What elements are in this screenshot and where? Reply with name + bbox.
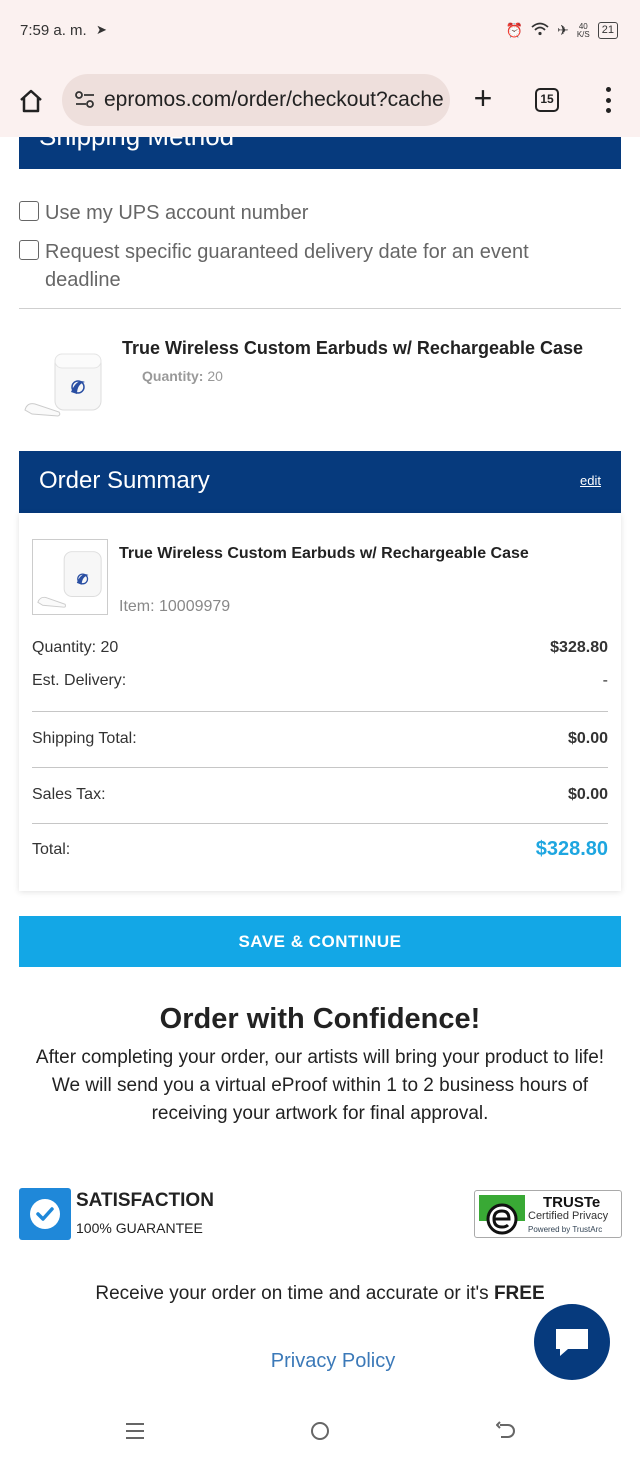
save-continue-button[interactable]: SAVE & CONTINUE [19, 916, 621, 967]
guaranteed-date-option[interactable]: Request specific guaranteed delivery dat… [19, 238, 559, 294]
network-speed: 40 K/S [576, 22, 590, 39]
guaranteed-date-checkbox[interactable] [19, 240, 39, 260]
ups-account-option[interactable]: Use my UPS account number [19, 199, 308, 227]
truste-line1: Certified Privacy [528, 1210, 609, 1222]
truste-logo-icon [479, 1195, 525, 1235]
summary-total-value: $328.80 [535, 838, 608, 860]
back-button[interactable] [496, 1420, 516, 1442]
confidence-title: Order with Confidence! [159, 1003, 481, 1035]
site-settings-icon[interactable] [74, 89, 96, 111]
truste-line2: Powered by TrustArc [528, 1225, 603, 1234]
summary-item-title: True Wireless Custom Earbuds w/ Recharge… [119, 545, 529, 562]
summary-tax-value: $0.00 [567, 786, 608, 803]
browser-toolbar: epromos.com/order/checkout?cache + 15 [0, 72, 640, 128]
url-text[interactable]: epromos.com/order/checkout?cache [104, 88, 444, 112]
address-bar[interactable]: epromos.com/order/checkout?cache [62, 74, 450, 126]
truste-brand: TRUSTe [543, 1194, 601, 1211]
summary-total-label: Total: [32, 841, 71, 858]
summary-item-number: Item: 10009979 [119, 598, 231, 615]
browser-chrome: 7:59 a. m. ➤ ⏰ ✈ 40 K/S 21 epromos.com/or… [0, 0, 640, 137]
cart-item-quantity-value: 20 [207, 368, 223, 384]
summary-shipping-row: Shipping Total: $0.00 [32, 730, 608, 748]
home-button[interactable] [14, 84, 48, 118]
new-tab-button[interactable]: + [468, 82, 498, 116]
alarm-icon: ⏰ [505, 22, 524, 38]
truste-seal[interactable]: TRUSTe Certified Privacy Powered by Trus… [474, 1190, 622, 1238]
guaranteed-date-label[interactable]: Request specific guaranteed delivery dat… [45, 238, 559, 294]
summary-delivery-row: Est. Delivery: - [32, 672, 608, 690]
summary-divider [32, 711, 608, 712]
browser-menu-button[interactable] [598, 84, 618, 116]
chat-bubble-icon [556, 1329, 588, 1356]
system-nav-bar [0, 1405, 640, 1457]
confidence-text: After completing your order, our artists… [35, 1047, 605, 1124]
tab-switcher-button[interactable]: 15 [535, 88, 559, 112]
summary-shipping-value: $0.00 [567, 730, 608, 747]
chat-button[interactable] [534, 1304, 610, 1380]
divider [19, 308, 621, 309]
summary-delivery-value: - [602, 672, 608, 689]
order-summary-edit-link[interactable]: edit [580, 473, 601, 488]
summary-divider [32, 767, 608, 768]
home-icon [20, 89, 42, 113]
earbuds-product-image [24, 353, 102, 417]
status-bar: 7:59 a. m. ➤ ⏰ ✈ 40 K/S 21 [0, 0, 640, 64]
check-circle-icon [30, 1199, 60, 1229]
ups-account-label[interactable]: Use my UPS account number [45, 199, 308, 227]
shipping-method-title: Shipping Method [39, 137, 234, 152]
free-guarantee-text: Receive your order on time and accurate … [95, 1283, 489, 1304]
network-speed-unit: K/S [576, 29, 590, 39]
order-summary-card: True Wireless Custom Earbuds w/ Recharge… [19, 513, 621, 891]
summary-product-image [32, 539, 108, 615]
airplane-icon: ✈ [557, 22, 569, 38]
satisfaction-badge [19, 1188, 71, 1240]
summary-total-row: Total: $328.80 [32, 838, 608, 860]
cart-item-quantity: Quantity: 20 [142, 368, 223, 384]
cart-item: True Wireless Custom Earbuds w/ Recharge… [19, 330, 621, 430]
summary-quantity-row: Quantity: 20 $328.80 [32, 639, 608, 657]
ups-account-checkbox[interactable] [19, 201, 39, 221]
summary-divider [32, 823, 608, 824]
battery-icon: 21 [597, 22, 618, 39]
free-guarantee-emphasis: FREE [493, 1283, 545, 1304]
summary-tax-label: Sales Tax: [32, 786, 106, 803]
shipping-method-header: Shipping Method [19, 137, 621, 169]
cart-item-title[interactable]: True Wireless Custom Earbuds w/ Recharge… [122, 338, 583, 359]
telegram-icon: ➤ [96, 22, 107, 37]
wifi-icon [531, 22, 549, 39]
summary-delivery-label: Est. Delivery: [32, 672, 127, 689]
summary-tax-row: Sales Tax: $0.00 [32, 786, 608, 804]
nav-home-button[interactable] [311, 1422, 329, 1440]
free-guarantee-line: Receive your order on time and accurate … [0, 1283, 640, 1305]
satisfaction-subtitle: 100% GUARANTEE [76, 1220, 203, 1236]
summary-quantity-price: $328.80 [550, 639, 608, 656]
recent-apps-button[interactable] [126, 1423, 144, 1439]
cart-item-quantity-label: Quantity: [142, 368, 204, 384]
system-icons: ⏰ ✈ 40 K/S 21 [506, 22, 618, 39]
status-time: 7:59 a. m. [20, 22, 87, 39]
order-summary-title: Order Summary [39, 467, 210, 494]
satisfaction-title: SATISFACTION [76, 1190, 214, 1211]
summary-quantity-label: Quantity: 20 [32, 639, 119, 656]
summary-shipping-label: Shipping Total: [32, 730, 137, 747]
order-summary-header: Order Summary edit [19, 451, 621, 513]
